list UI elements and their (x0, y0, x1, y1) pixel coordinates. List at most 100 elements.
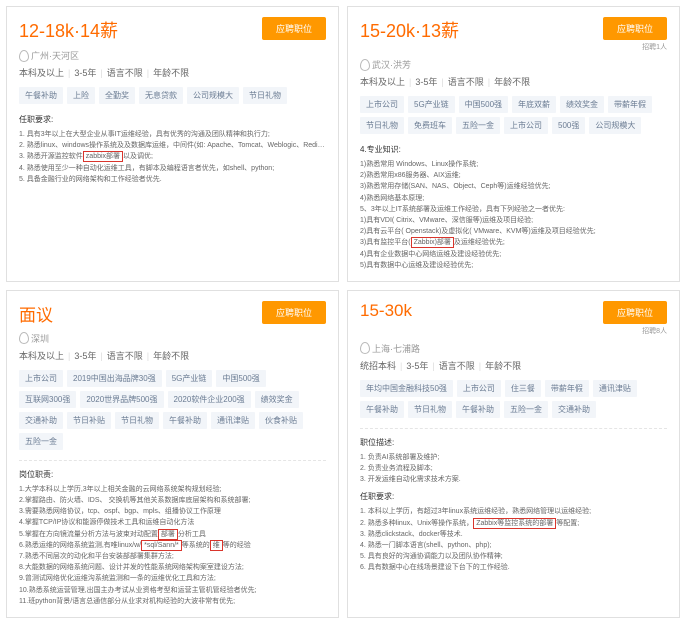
tag[interactable]: 2020世界品牌500强 (80, 391, 163, 408)
requirement-list: 1.大学本科以上学历,3年以上相关金融的云网络系统架构规划经验;2.掌握路由、防… (19, 484, 326, 607)
requirement-list: 1)熟悉常用 Windows、Linux操作系统;2)熟悉常用x86服务器、AI… (360, 159, 667, 271)
tag[interactable]: 五险一金 (19, 433, 63, 450)
tag[interactable]: 通讯津贴 (593, 380, 637, 397)
requirement-item: 5、3年以上IT系统部署及运维工作经验，具有下列经验之一者优先: (360, 204, 667, 215)
requirement-item: 4. 熟悉使用至少一种自动化运维工具，有脚本及编程语言者优先，如shell、py… (19, 163, 326, 174)
requirement-item: 10.熟悉系统运营管理,出国主办考试从业资格考型和运营主管机管经验者优先; (19, 585, 326, 596)
requirement-item: 1. 负责AI系统部署及维护; (360, 452, 667, 463)
requirement-item: 5. 具有良好的沟通协调能力以及团队协作精神; (360, 551, 667, 562)
requirement-list: 1. 本科以上学历，有超过3年linux系统运维经验，熟悉网络管理以运维经验;2… (360, 506, 667, 573)
requirement-list: 1. 负责AI系统部署及维护;2. 负责业务流程及脚本;3. 开发运维自动化需求… (360, 452, 667, 486)
tag[interactable]: 午餐补助 (163, 412, 207, 429)
requirement-item: 4)熟悉网络基本原理; (360, 193, 667, 204)
tag[interactable]: 无息贷款 (139, 87, 183, 104)
requirement-item: 6.熟悉运维的网络系统监测,有唯linux/w/*sql/Sann/*等系统的维… (19, 540, 326, 551)
requirement-item: 1.大学本科以上学历,3年以上相关金融的云网络系统架构规划经验; (19, 484, 326, 495)
requirement-item: 4. 熟悉一门脚本语言(shell、python、php); (360, 540, 667, 551)
tag[interactable]: 住三餐 (505, 380, 541, 397)
tag[interactable]: 五险一金 (456, 117, 500, 134)
card-header: 15-30k 应聘职位 招聘8人 (360, 301, 667, 336)
tag-list: 上市公司5G产业链中国500强年底双薪绩效奖金带薪年假节日礼物免费班车五险一金上… (360, 96, 667, 134)
requirement-item: 2. 熟悉多种linux、Unix等操作系统，Zabbix等监控系统的部署等配置… (360, 518, 667, 529)
tag[interactable]: 节日礼物 (115, 412, 159, 429)
salary: 12-18k·14薪 (19, 17, 118, 43)
tag[interactable]: 节日补贴 (67, 412, 111, 429)
requirement-item: 5. 具备金融行业的网络架构和工作经验者优先. (19, 174, 326, 185)
location: 深圳 (19, 332, 326, 345)
tag[interactable]: 上市公司 (19, 370, 63, 387)
requirement-item: 3)熟悉常用存储(SAN、NAS、Object、Ceph等)运维经验优先; (360, 181, 667, 192)
requirement-item: 2)熟悉常用x86服务器、AIX运维; (360, 170, 667, 181)
meta-row: 本科及以上|3-5年|语言不限|年龄不限 (19, 66, 326, 79)
requirement-item: 2. 负责业务流程及脚本; (360, 463, 667, 474)
tag[interactable]: 年底双薪 (512, 96, 556, 113)
requirement-item: 9.曾测试网络优化运维沟系统监测和一条的运维优化工具和方法; (19, 573, 326, 584)
tag[interactable]: 伙食补贴 (259, 412, 303, 429)
job-card: 15-20k·13薪 应聘职位 招聘1人 武汉·洪芳 本科及以上|3-5年|语言… (347, 6, 680, 282)
tag[interactable]: 绩效奖金 (560, 96, 604, 113)
requirement-item: 3)具有监控平台(Zabbix)部署及运维经验优先; (360, 237, 667, 248)
apply-button[interactable]: 应聘职位 (603, 17, 667, 40)
tag[interactable]: 公司规模大 (589, 117, 641, 134)
tag[interactable]: 节日礼物 (360, 117, 404, 134)
requirement-item: 3. 熟悉clickstack、docker等技术. (360, 529, 667, 540)
tag[interactable]: 全勤奖 (99, 87, 135, 104)
salary: 15-20k·13薪 (360, 17, 459, 43)
requirement-item: 4)具有企业数据中心网络运维及建设经验优先; (360, 249, 667, 260)
requirement-item: 3. 熟悉开源监控软件zabbix部署以及调优; (19, 151, 326, 162)
meta-row: 本科及以上|3-5年|语言不限|年龄不限 (360, 75, 667, 88)
section-title: 职位描述: (360, 437, 667, 448)
tag[interactable]: 节日礼物 (243, 87, 287, 104)
tag[interactable]: 五险一金 (504, 401, 548, 418)
tag[interactable]: 5G产业链 (408, 96, 455, 113)
tag[interactable]: 互联网300强 (19, 391, 76, 408)
tag[interactable]: 午餐补助 (456, 401, 500, 418)
tag[interactable]: 中国500强 (216, 370, 265, 387)
card-header: 15-20k·13薪 应聘职位 招聘1人 (360, 17, 667, 52)
apply-button[interactable]: 应聘职位 (262, 301, 326, 324)
tag[interactable]: 交通补助 (552, 401, 596, 418)
requirement-item: 1. 本科以上学历，有超过3年linux系统运维经验，熟悉网络管理以运维经验; (360, 506, 667, 517)
section-title: 岗位职责: (19, 469, 326, 480)
requirement-list: 1. 具有3年以上在大型企业从事IT运维经验，具有优秀的沟通及团队精神和执行力;… (19, 129, 326, 185)
tag[interactable]: 2020软件企业200强 (168, 391, 251, 408)
tag[interactable]: 节日礼物 (408, 401, 452, 418)
salary: 面议 (19, 301, 53, 326)
tag[interactable]: 带薪年假 (608, 96, 652, 113)
meta-row: 统招本科|3-5年|语言不限|年龄不限 (360, 359, 667, 372)
tag[interactable]: 上市公司 (504, 117, 548, 134)
requirement-item: 4.掌握TCP/IP协议和能源停做技术工具和运维自动化方法 (19, 517, 326, 528)
tag-list: 年均中国金融科技50强上市公司住三餐带薪年假通讯津贴午餐补助节日礼物午餐补助五险… (360, 380, 667, 418)
tag[interactable]: 2019中国出海品牌30强 (67, 370, 162, 387)
section-title: 任职要求: (19, 114, 326, 125)
requirement-item: 3.需要熟悉网络协议，tcp、ospf、bgp、mpls、组播协议工作原理 (19, 506, 326, 517)
tag[interactable]: 带薪年假 (545, 380, 589, 397)
apply-button[interactable]: 应聘职位 (603, 301, 667, 324)
tag[interactable]: 午餐补助 (19, 87, 63, 104)
section-title: 4.专业知识: (360, 144, 667, 155)
tag[interactable]: 上市公司 (360, 96, 404, 113)
tag[interactable]: 上险 (67, 87, 95, 104)
requirement-item: 1. 具有3年以上在大型企业从事IT运维经验，具有优秀的沟通及团队精神和执行力; (19, 129, 326, 140)
tag[interactable]: 500强 (552, 117, 585, 134)
tag[interactable]: 免费班车 (408, 117, 452, 134)
apply-button[interactable]: 应聘职位 (262, 17, 326, 40)
tag[interactable]: 午餐补助 (360, 401, 404, 418)
requirement-item: 11.班python背景/语言总通信部分从业求对机构经验的大波非常有优先; (19, 596, 326, 607)
requirement-item: 8.大能数据的网络系统问题、设计并发的性能系统网络架构案室建设方法; (19, 562, 326, 573)
meta-row: 本科及以上|3-5年|语言不限|年龄不限 (19, 349, 326, 362)
requirement-item: 1)具有VDI( Citrix、VMware、深信服等)运维及项目经验; (360, 215, 667, 226)
requirement-item: 2. 熟悉linux、windows操作系统及及数据库运维，中间件(如: Apa… (19, 140, 326, 151)
requirement-item: 2)具有云平台( Openstack)及虚拟化( VMware、KVM等)运维及… (360, 226, 667, 237)
tag[interactable]: 绩效奖金 (255, 391, 299, 408)
location: 武汉·洪芳 (360, 58, 667, 71)
tag[interactable]: 中国500强 (459, 96, 508, 113)
tag[interactable]: 通讯津贴 (211, 412, 255, 429)
tag[interactable]: 公司规模大 (187, 87, 239, 104)
tag[interactable]: 年均中国金融科技50强 (360, 380, 453, 397)
tag[interactable]: 上市公司 (457, 380, 501, 397)
section-title: 任职要求: (360, 491, 667, 502)
location: 上海·七浦路 (360, 342, 667, 355)
tag[interactable]: 5G产业链 (166, 370, 213, 387)
tag[interactable]: 交通补助 (19, 412, 63, 429)
